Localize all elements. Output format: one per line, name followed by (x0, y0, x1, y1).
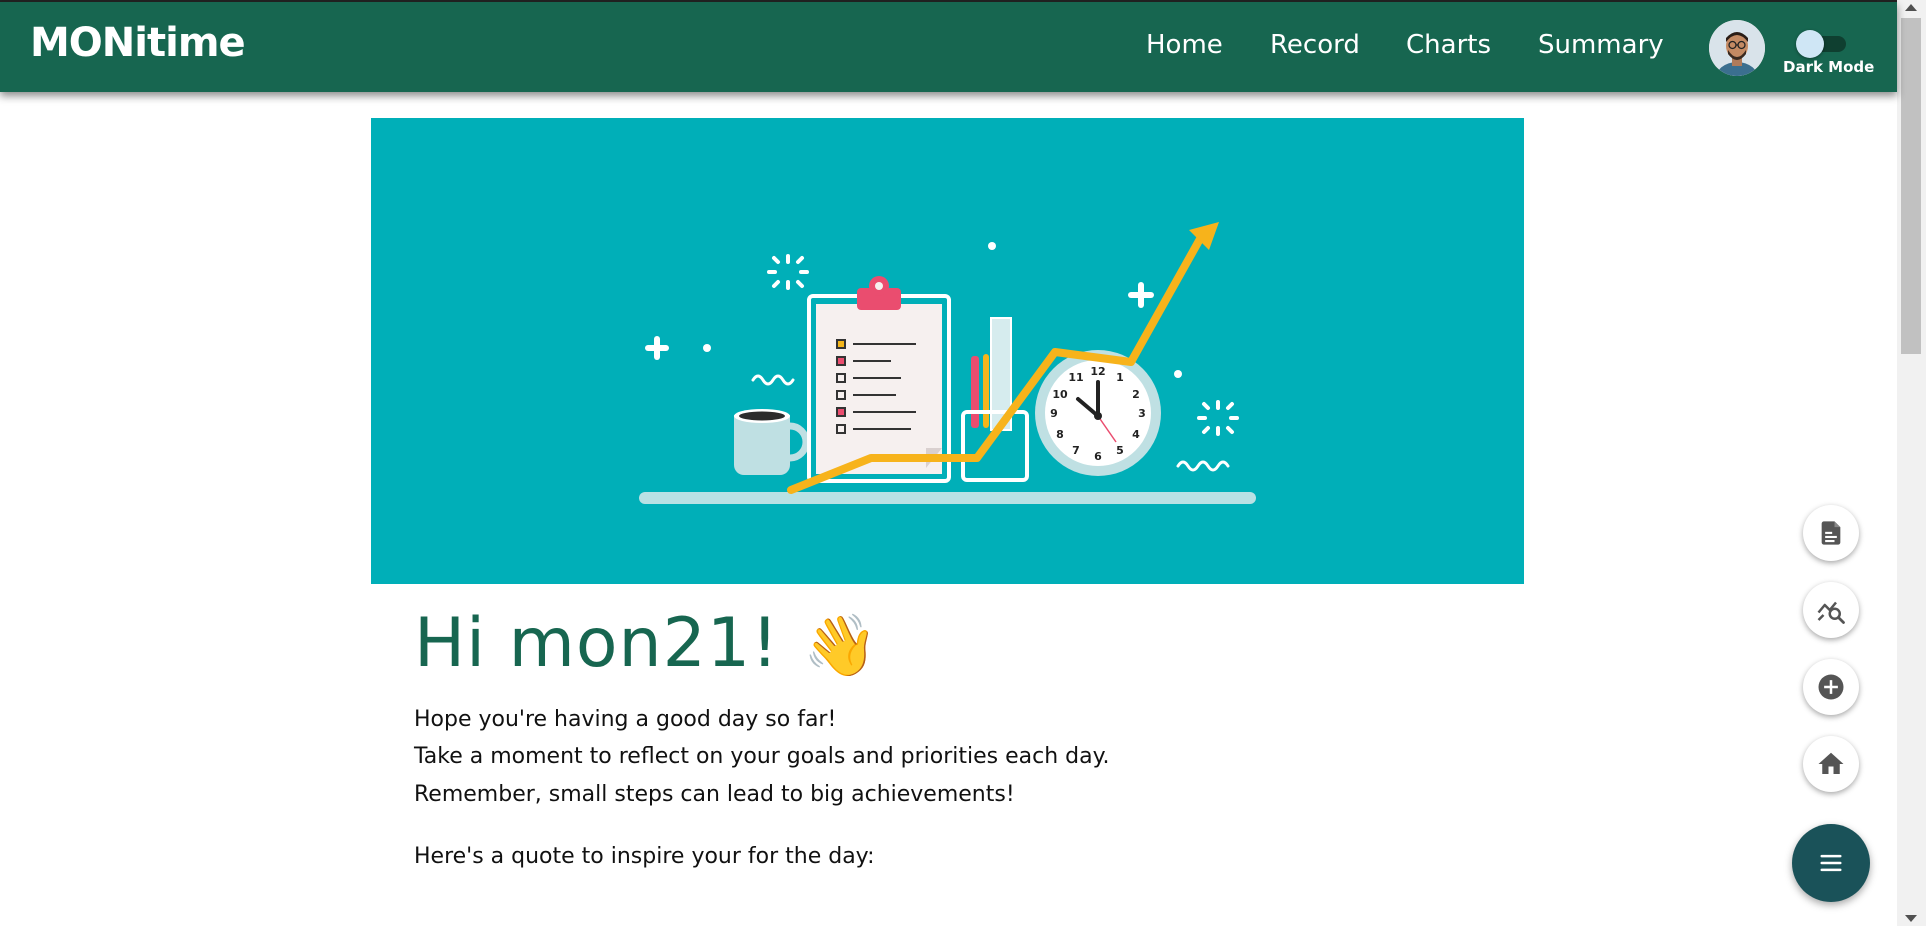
productivity-illustration: 12 1 2 3 4 5 6 7 8 9 10 11 (639, 222, 1256, 504)
svg-text:10: 10 (1052, 388, 1068, 401)
scroll-thumb[interactable] (1901, 18, 1921, 354)
hero-banner: 12 1 2 3 4 5 6 7 8 9 10 11 (371, 118, 1524, 584)
svg-text:1: 1 (1116, 371, 1124, 384)
home-icon (1818, 752, 1844, 774)
user-avatar[interactable] (1709, 20, 1765, 76)
analytics-search-button[interactable] (1803, 582, 1859, 638)
sparkle-right-icon (1197, 400, 1239, 436)
clock-icon: 12 1 2 3 4 5 6 7 8 9 10 11 (1035, 350, 1161, 476)
dark-mode-toggle[interactable] (1796, 30, 1848, 58)
svg-text:8: 8 (1056, 428, 1064, 441)
menu-icon (1820, 854, 1842, 872)
svg-text:5: 5 (1116, 444, 1124, 457)
report-button[interactable] (1803, 505, 1859, 561)
home-button[interactable] (1803, 736, 1859, 792)
mug-icon (734, 409, 810, 475)
menu-fab-button[interactable] (1792, 824, 1870, 902)
svg-text:2: 2 (1132, 388, 1140, 401)
greeting-heading: Hi mon21! 👋 (414, 604, 879, 683)
svg-text:11: 11 (1068, 371, 1083, 384)
sparkle-left-icon (767, 254, 809, 290)
intro-line-2: Take a moment to reflect on your goals a… (414, 744, 1110, 769)
svg-text:6: 6 (1094, 450, 1102, 463)
brand-logo[interactable]: MONitime (30, 20, 246, 66)
dark-mode-label: Dark Mode (1783, 58, 1875, 76)
svg-text:12: 12 (1090, 365, 1105, 378)
greeting-text: Hi mon21! (414, 604, 780, 683)
add-circle-icon (1818, 674, 1844, 700)
add-record-button[interactable] (1803, 659, 1859, 715)
scroll-down-arrow-icon[interactable] (1905, 915, 1917, 922)
nav-summary[interactable]: Summary (1538, 30, 1664, 60)
waving-hand-icon: 👋 (803, 611, 880, 681)
app-header: MONitime Home Record Charts Summary Dark… (0, 2, 1897, 92)
svg-text:4: 4 (1132, 428, 1140, 441)
svg-text:7: 7 (1072, 444, 1080, 457)
svg-text:3: 3 (1138, 407, 1146, 420)
svg-text:9: 9 (1050, 407, 1058, 420)
document-icon (1821, 521, 1841, 545)
nav-charts[interactable]: Charts (1406, 30, 1491, 60)
quote-intro: Here's a quote to inspire your for the d… (414, 844, 875, 869)
intro-line-1: Hope you're having a good day so far! (414, 707, 837, 732)
nav-record[interactable]: Record (1270, 30, 1360, 60)
nav-home[interactable]: Home (1146, 30, 1223, 60)
scroll-up-arrow-icon[interactable] (1905, 4, 1917, 11)
page-scrollbar[interactable] (1897, 0, 1926, 926)
intro-line-3: Remember, small steps can lead to big ac… (414, 782, 1015, 807)
chart-search-icon (1817, 601, 1845, 624)
toggle-knob (1796, 30, 1824, 58)
clipboard-icon (807, 276, 951, 483)
